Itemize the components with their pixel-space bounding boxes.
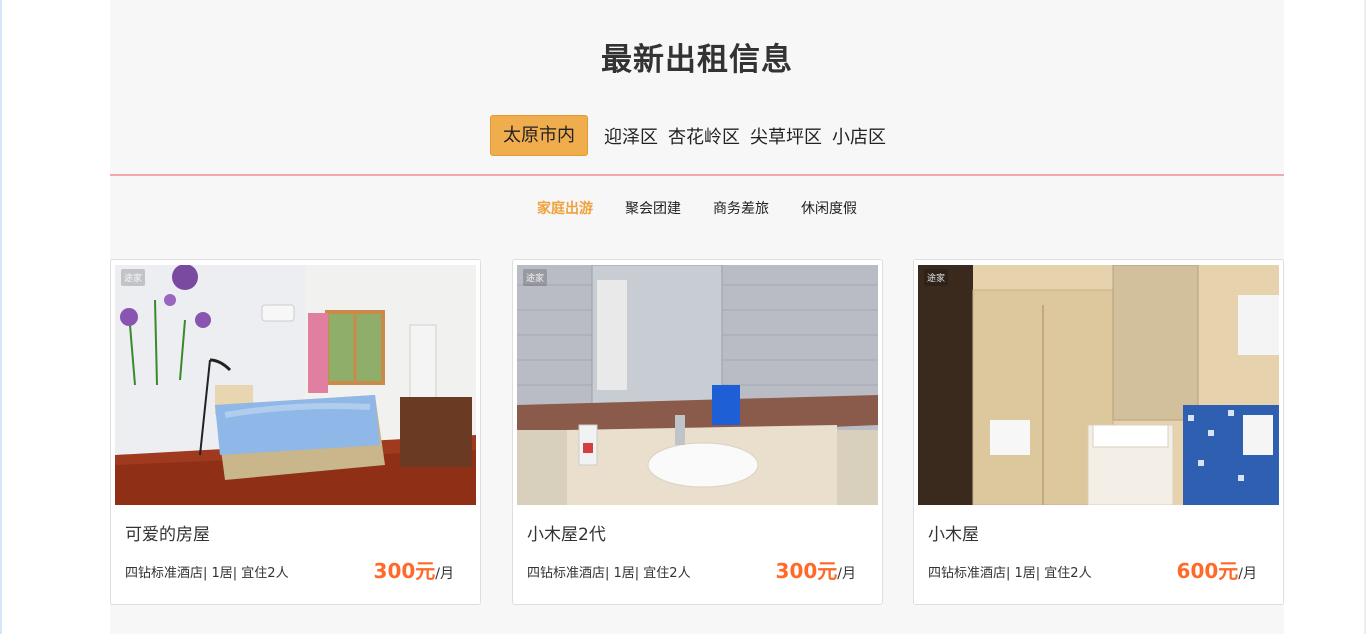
category-tab-vacation[interactable]: 休闲度假 [801,198,857,218]
listing-price: 300元/月 [374,555,454,584]
bathroom-illustration [517,265,878,505]
listing-photo-bathroom[interactable]: 途家 [517,265,878,505]
price-value: 600元 [1176,559,1239,583]
listing-meta: 四钻标准酒店| 1居| 宜住2人 [527,566,691,581]
listing-name[interactable]: 小木屋2代 [527,520,606,545]
page: 最新出租信息 太原市内 迎泽区 杏花岭区 尖草坪区 小店区 家庭出游 聚会团建 … [0,0,1366,634]
listing-card[interactable]: 途家 小木屋 四钻标准酒店| 1居| 宜住2人 600元/月 [913,259,1284,605]
listing-price: 600元/月 [1177,555,1257,584]
listing-name[interactable]: 小木屋 [928,520,979,545]
listing-card[interactable]: 途家 可爱的房屋 四钻标准酒店| 1居| 宜住2人 300元/月 [110,259,481,605]
bedroom-illustration [115,265,476,505]
listing-price: 300元/月 [776,555,856,584]
listing-meta: 四钻标准酒店| 1居| 宜住2人 [125,566,289,581]
price-value: 300元 [373,559,436,583]
listing-photo-bedroom[interactable]: 途家 [115,265,476,505]
listing-name[interactable]: 可爱的房屋 [125,520,210,545]
section-title: 最新出租信息 [601,42,793,78]
price-value: 300元 [775,559,838,583]
category-tabs: 家庭出游 聚会团建 商务差旅 休闲度假 [110,198,1284,218]
listing-photo-shower[interactable]: 途家 [918,265,1279,505]
listing-card[interactable]: 途家 小木屋2代 四钻标准酒店| 1居| 宜住2人 300元/月 [512,259,883,605]
price-unit: /月 [837,566,856,582]
price-unit: /月 [435,566,454,582]
watermark: 途家 [924,269,949,286]
district-tab-yingze[interactable]: 迎泽区 [604,123,658,149]
price-unit: /月 [1238,566,1257,582]
category-tab-party[interactable]: 聚会团建 [625,198,681,218]
divider [110,174,1284,176]
shower-room-illustration [918,265,1279,505]
watermark: 途家 [121,269,146,286]
district-tabs: 太原市内 迎泽区 杏花岭区 尖草坪区 小店区 [490,115,896,156]
category-tab-family-trip[interactable]: 家庭出游 [537,198,593,218]
listing-meta: 四钻标准酒店| 1居| 宜住2人 [928,566,1092,581]
left-edge [0,0,2,634]
district-tab-xinghualing[interactable]: 杏花岭区 [668,123,740,149]
district-tab-jiancaoping[interactable]: 尖草坪区 [750,123,822,149]
district-tab-xiaodian[interactable]: 小店区 [832,123,886,149]
category-tab-business[interactable]: 商务差旅 [713,198,769,218]
district-tab-taiyuan[interactable]: 太原市内 [490,115,588,156]
rental-section: 最新出租信息 太原市内 迎泽区 杏花岭区 尖草坪区 小店区 家庭出游 聚会团建 … [110,0,1284,634]
watermark: 途家 [523,269,548,286]
